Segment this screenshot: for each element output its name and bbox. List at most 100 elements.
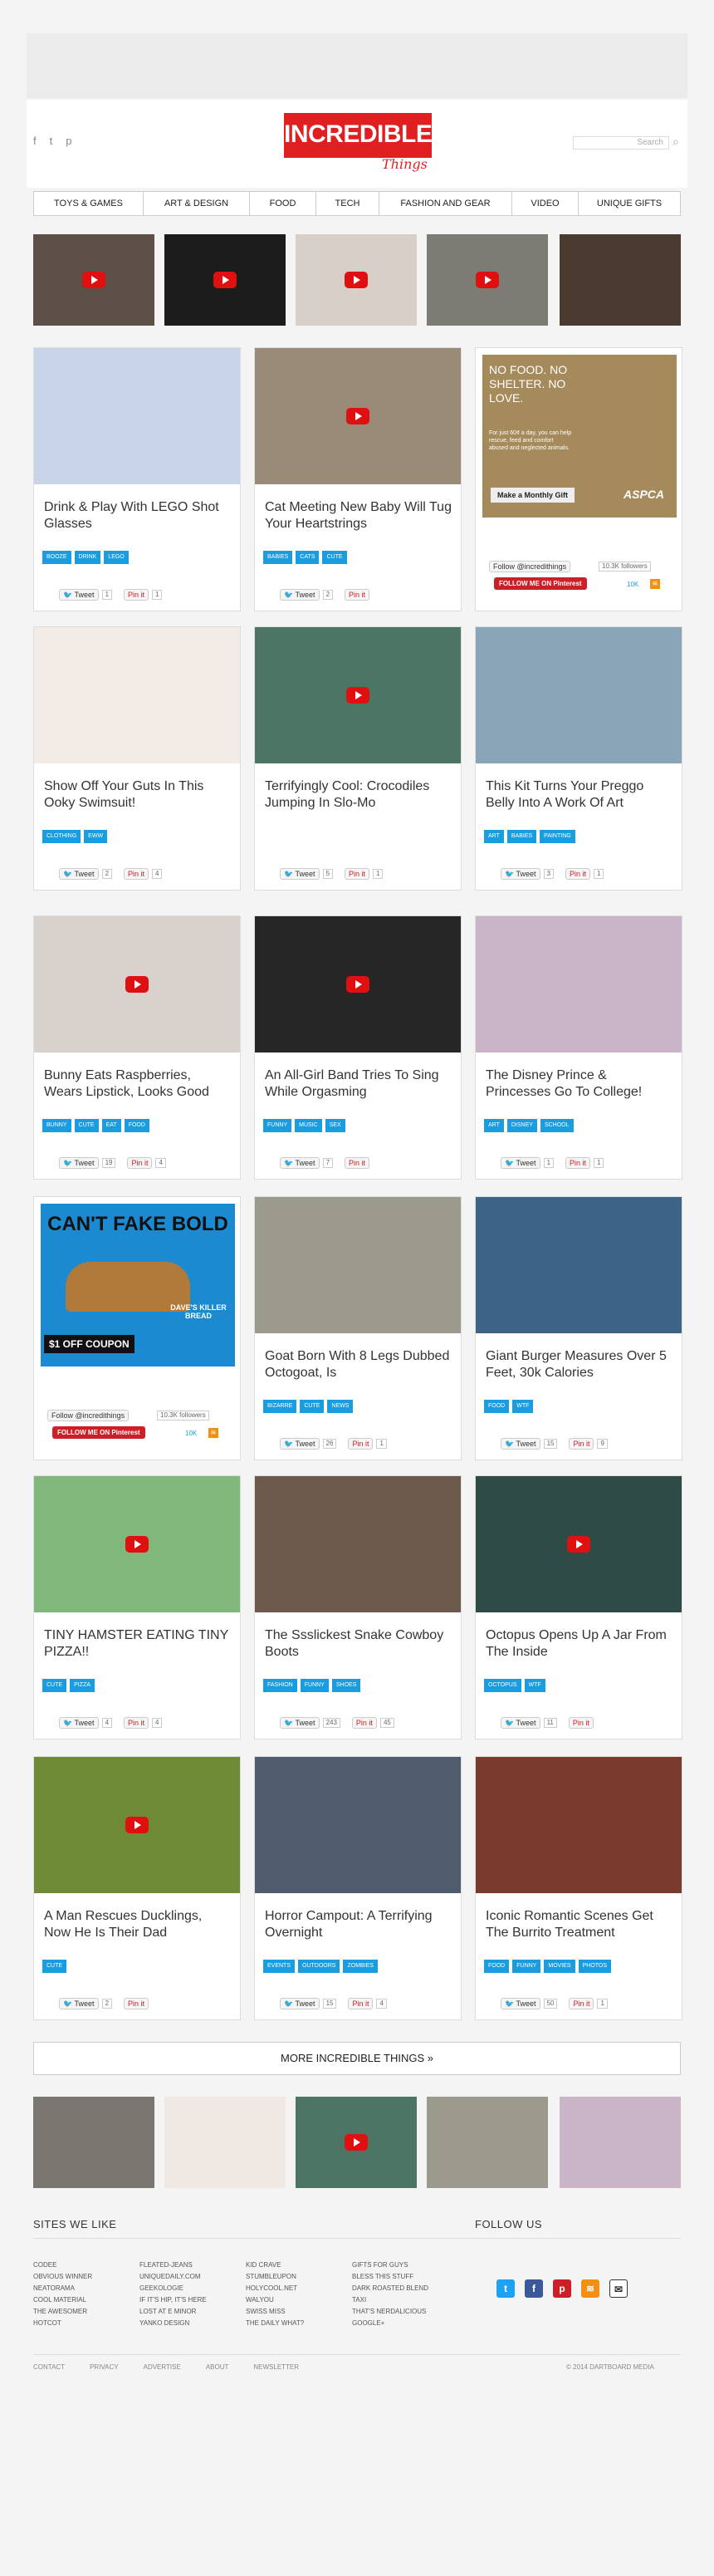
video-thumb[interactable]	[33, 234, 154, 326]
tweet-button[interactable]: 🐦 Tweet	[501, 1998, 540, 2009]
tag-label[interactable]: OUTDOORS	[298, 1960, 340, 1973]
article-title[interactable]: Show Off Your Guts In This Ooky Swimsuit…	[44, 778, 232, 812]
video-thumb[interactable]	[296, 2097, 417, 2188]
article-title[interactable]: Terrifyingly Cool: Crocodiles Jumping In…	[265, 778, 452, 812]
article-card[interactable]: Giant Burger Measures Over 5 Feet, 30k C…	[475, 1196, 682, 1460]
tweet-button[interactable]: 🐦 Tweet	[280, 1998, 320, 2009]
article-image[interactable]	[34, 348, 240, 484]
tweet-button[interactable]: 🐦 Tweet	[501, 1438, 540, 1450]
ad-card[interactable]: CAN'T FAKE BOLD $1 OFF COUPON DAVE'S KILLE…	[33, 1196, 241, 1460]
nav-item[interactable]: TOYS & GAMES	[34, 192, 144, 215]
article-image[interactable]	[255, 1757, 461, 1893]
site-link[interactable]: GEEKOLOGIE	[139, 2283, 246, 2294]
article-image[interactable]	[34, 916, 240, 1052]
follow-twitter-button[interactable]: Follow @incredithings	[489, 561, 571, 572]
rss-icon[interactable]: ≋	[650, 579, 660, 589]
article-title[interactable]: Octopus Opens Up A Jar From The Inside	[486, 1627, 673, 1661]
article-title[interactable]: A Man Rescues Ducklings, Now He Is Their…	[44, 1908, 232, 1941]
tag-label[interactable]: EVENTS	[263, 1960, 296, 1973]
tweet-button[interactable]: 🐦 Tweet	[59, 868, 99, 880]
site-link[interactable]: SWISS MISS	[246, 2306, 352, 2317]
site-logo[interactable]: INCREDIBLE Things	[284, 113, 433, 174]
site-link[interactable]: COOL MATERIAL	[33, 2294, 139, 2305]
article-card[interactable]: A Man Rescues Ducklings, Now He Is Their…	[33, 1756, 241, 2020]
nav-item[interactable]: VIDEO	[512, 192, 579, 215]
email-icon[interactable]: ✉	[609, 2279, 628, 2298]
article-title[interactable]: Bunny Eats Raspberries, Wears Lipstick, …	[44, 1067, 232, 1101]
ad-image[interactable]: CAN'T FAKE BOLD $1 OFF COUPON DAVE'S KILLE…	[41, 1204, 235, 1367]
tweet-button[interactable]: 🐦 Tweet	[59, 1717, 99, 1729]
tag-label[interactable]: FUNNY	[300, 1679, 329, 1692]
article-title[interactable]: Horror Campout: A Terrifying Overnight	[265, 1908, 452, 1941]
tweet-button[interactable]: 🐦 Tweet	[59, 1157, 99, 1169]
site-link[interactable]: IF IT'S HIP, IT'S HERE	[139, 2294, 246, 2305]
article-title[interactable]: Giant Burger Measures Over 5 Feet, 30k C…	[486, 1348, 673, 1381]
article-title[interactable]: The Ssslickest Snake Cowboy Boots	[265, 1627, 452, 1661]
article-image[interactable]	[476, 1197, 682, 1333]
site-link[interactable]: TAXI	[352, 2294, 458, 2305]
tag-label[interactable]: DRINK	[74, 551, 101, 564]
tag-label[interactable]: LEGO	[104, 551, 129, 564]
tag-label[interactable]: CUTE	[300, 1400, 325, 1413]
article-image[interactable]	[476, 1757, 682, 1893]
tag-label[interactable]: FASHION	[263, 1679, 297, 1692]
footer-link[interactable]: ABOUT	[206, 2363, 229, 2371]
site-link[interactable]: YANKO DESIGN	[139, 2318, 246, 2328]
site-link[interactable]: UNIQUEDAILY.COM	[139, 2271, 246, 2282]
tag-label[interactable]: BABIES	[506, 830, 537, 843]
nav-item[interactable]: ART & DESIGN	[144, 192, 250, 215]
site-link[interactable]: WALYOU	[246, 2294, 352, 2305]
article-title[interactable]: Iconic Romantic Scenes Get The Burrito T…	[486, 1908, 673, 1941]
article-title[interactable]: Drink & Play With LEGO Shot Glasses	[44, 499, 232, 532]
pin-button[interactable]: Pin it	[568, 1717, 594, 1729]
nav-item[interactable]: TECH	[316, 192, 379, 215]
article-title[interactable]: This Kit Turns Your Preggo Belly Into A …	[486, 778, 673, 812]
article-card[interactable]: Cat Meeting New Baby Will Tug Your Heart…	[254, 347, 462, 611]
ad-coupon[interactable]: $1 OFF COUPON	[44, 1335, 134, 1353]
tweet-button[interactable]: 🐦 Tweet	[59, 1998, 99, 2009]
facebook-icon[interactable]: f	[525, 2279, 543, 2298]
article-image[interactable]	[476, 627, 682, 763]
site-link[interactable]: THE DAILY WHAT?	[246, 2318, 352, 2328]
tag-label[interactable]: BOOZE	[42, 551, 71, 564]
site-link[interactable]: NEATORAMA	[33, 2283, 139, 2294]
article-image[interactable]	[255, 916, 461, 1052]
article-card[interactable]: An All-Girl Band Tries To Sing While Org…	[254, 915, 462, 1180]
article-card[interactable]: TINY HAMSTER EATING TINY PIZZA!! CUTE PIZZ…	[33, 1475, 241, 1739]
tweet-button[interactable]: 🐦 Tweet	[280, 1157, 320, 1169]
tag-label[interactable]: SCHOOL	[540, 1119, 574, 1132]
tag-label[interactable]: CUTE	[322, 551, 347, 564]
pin-button[interactable]: Pin it	[124, 589, 149, 601]
pin-button[interactable]: Pin it	[565, 1157, 591, 1169]
site-link[interactable]: LOST AT E MINOR	[139, 2306, 246, 2317]
tag-label[interactable]: CATS	[296, 551, 320, 564]
pin-button[interactable]: Pin it	[124, 1998, 149, 2009]
nav-item[interactable]: UNIQUE GIFTS	[579, 192, 680, 215]
ad-gift-button[interactable]: Make a Monthly Gift	[491, 488, 575, 503]
tweet-button[interactable]: 🐦 Tweet	[501, 868, 540, 880]
tag-label[interactable]: MOVIES	[544, 1960, 575, 1973]
search-icon[interactable]: ⌕	[672, 135, 679, 149]
tag-label[interactable]: BABIES	[263, 551, 293, 564]
twitter-icon[interactable]: t	[496, 2279, 515, 2298]
video-thumb[interactable]	[296, 234, 417, 326]
tweet-button[interactable]: 🐦 Tweet	[59, 589, 99, 601]
article-title[interactable]: Goat Born With 8 Legs Dubbed Octogoat, I…	[265, 1348, 452, 1381]
pin-button[interactable]: Pin it	[345, 1157, 370, 1169]
video-thumb[interactable]	[560, 2097, 681, 2188]
pin-button[interactable]: Pin it	[345, 589, 370, 601]
article-image[interactable]	[255, 1476, 461, 1612]
site-link[interactable]: STUMBLEUPON	[246, 2271, 352, 2282]
video-thumb[interactable]	[427, 234, 548, 326]
video-thumb[interactable]	[164, 234, 286, 326]
tweet-button[interactable]: 🐦 Tweet	[280, 589, 320, 601]
tag-label[interactable]: EWW	[84, 830, 108, 843]
site-link[interactable]: HOTCOT	[33, 2318, 139, 2328]
site-link[interactable]: FLEATED-JEANS	[139, 2260, 246, 2270]
article-image[interactable]	[476, 916, 682, 1052]
site-link[interactable]: THAT'S NERDALICIOUS	[352, 2306, 458, 2317]
article-image[interactable]	[255, 627, 461, 763]
tweet-button[interactable]: 🐦 Tweet	[280, 868, 320, 880]
article-card[interactable]: The Ssslickest Snake Cowboy Boots FASHION…	[254, 1475, 462, 1739]
tag-label[interactable]: CUTE	[74, 1119, 99, 1132]
